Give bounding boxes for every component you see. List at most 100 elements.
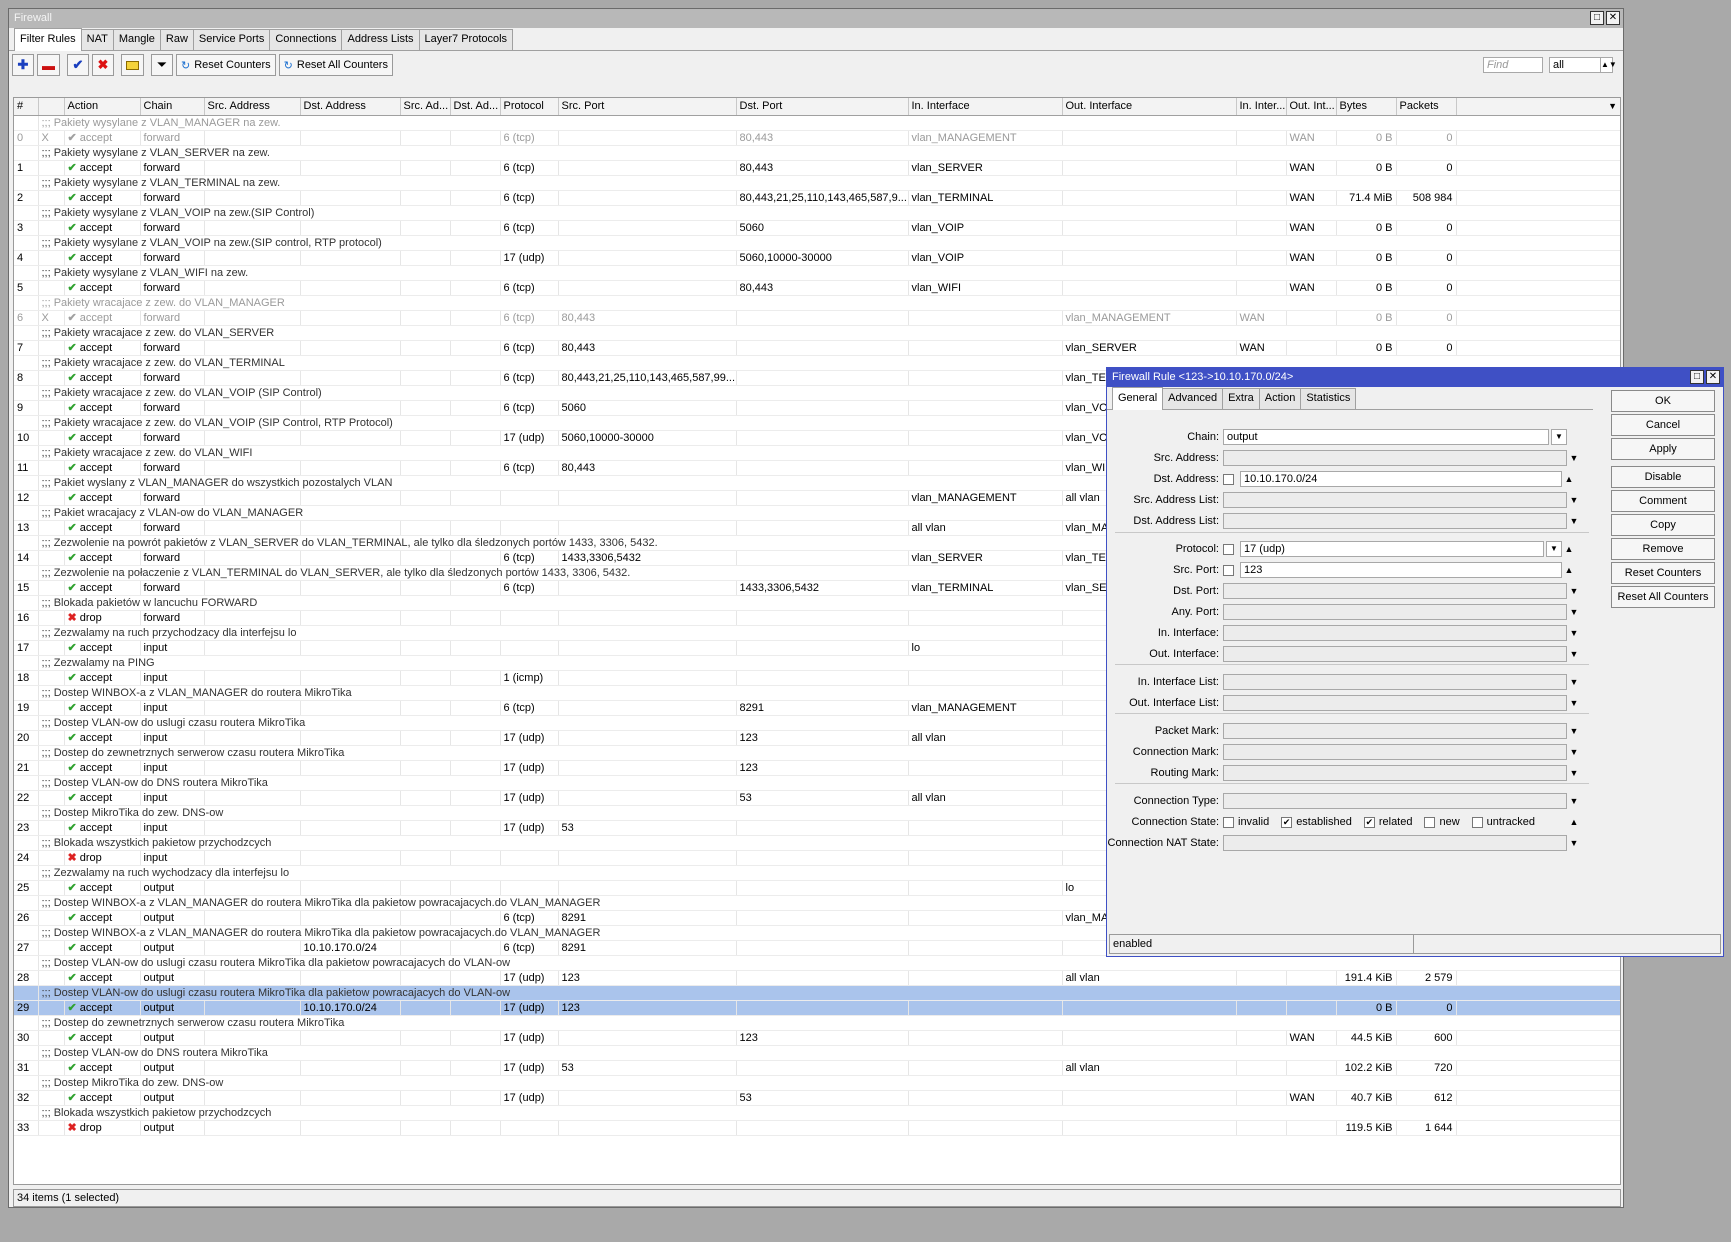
rule-comment-row[interactable]: ;;; Pakiety wysylane z VLAN_SERVER na ze… xyxy=(14,145,1620,161)
copy-button[interactable]: Copy xyxy=(1611,514,1715,536)
disable-button[interactable]: Disable xyxy=(1611,466,1715,488)
rule-comment-row[interactable]: ;;; Dostep VLAN-ow do DNS routera MikroT… xyxy=(14,1045,1620,1061)
table-row[interactable]: 0 X ✔ accept forward 6 (tcp) 80,443 vlan_MANAG… xyxy=(14,130,1620,146)
expand-icon[interactable]: ▼ xyxy=(1567,649,1581,659)
connection-nat-state-input[interactable] xyxy=(1223,835,1567,851)
rule-comment-row[interactable]: ;;; Dostep VLAN-ow do uslugi czasu route… xyxy=(14,955,1620,971)
remove-button[interactable]: Remove xyxy=(1611,538,1715,560)
expand-icon[interactable]: ▼ xyxy=(1567,453,1581,463)
tab-nat[interactable]: NAT xyxy=(80,29,114,50)
chain-select[interactable]: output xyxy=(1223,429,1549,445)
expand-icon[interactable]: ▼ xyxy=(1567,495,1581,505)
tab-raw[interactable]: Raw xyxy=(159,29,194,50)
table-row[interactable]: 28 ✔ accept output 17 (udp) 123 all vlan 191.4… xyxy=(14,970,1620,986)
out-interface-list-input[interactable] xyxy=(1223,695,1567,711)
table-row[interactable]: 2 ✔ accept forward 6 (tcp) 80,443,21,25,110,… xyxy=(14,190,1620,206)
reset-all-counters-button[interactable]: Reset All Counters xyxy=(1611,586,1715,608)
collapse-icon[interactable]: ▲ xyxy=(1562,474,1576,484)
collapse-icon[interactable]: ▲ xyxy=(1562,544,1576,554)
column-header[interactable]: Dst. Port xyxy=(736,98,909,116)
tab-service-ports[interactable]: Service Ports xyxy=(192,29,271,50)
dialog-tab-advanced[interactable]: Advanced xyxy=(1162,388,1224,409)
cancel-button[interactable]: Cancel xyxy=(1611,414,1715,436)
table-row[interactable]: 29 ✔ accept output 10.10.170.0/24 17 (udp) 12… xyxy=(14,1000,1620,1016)
rule-comment-row[interactable]: ;;; Dostep VLAN-ow do uslugi czasu route… xyxy=(14,985,1620,1001)
dialog-tab-statistics[interactable]: Statistics xyxy=(1300,388,1357,409)
collapse-icon[interactable]: ▲ xyxy=(1562,565,1576,575)
protocol-negate-checkbox[interactable] xyxy=(1223,543,1234,555)
column-header[interactable]: In. Interface xyxy=(908,98,1063,116)
column-header[interactable]: Action xyxy=(64,98,141,116)
rule-comment-row[interactable]: ;;; Pakiety wysylane z VLAN_WIFI na zew. xyxy=(14,265,1620,281)
reset-all-counters-button[interactable]: ↻ Reset All Counters xyxy=(278,54,393,76)
protocol-input[interactable]: 17 (udp) xyxy=(1240,541,1544,557)
add-button[interactable]: ✚ xyxy=(12,54,34,76)
table-row[interactable]: 1 ✔ accept forward 6 (tcp) 80,443 vlan_SERVER… xyxy=(14,160,1620,176)
remove-button[interactable]: ▬ xyxy=(37,54,60,76)
in-interface-input[interactable] xyxy=(1223,625,1567,641)
rule-comment-row[interactable]: ;;; Pakiety wracajace z zew. do VLAN_SER… xyxy=(14,325,1620,341)
column-header[interactable]: Chain xyxy=(140,98,205,116)
expand-icon[interactable]: ▼ xyxy=(1567,726,1581,736)
dst-address-input[interactable]: 10.10.170.0/24 xyxy=(1240,471,1562,487)
firewall-titlebar[interactable]: Firewall □ ✕ xyxy=(9,9,1623,28)
table-row[interactable]: 33 ✖ drop output 119.5 KiB 1 644 xyxy=(14,1120,1620,1136)
table-row[interactable]: 32 ✔ accept output 17 (udp) 53 WAN 40.7 KiB 612 xyxy=(14,1090,1620,1106)
expand-icon[interactable]: ▼ xyxy=(1567,698,1581,708)
filter-button[interactable]: ⏷ xyxy=(151,54,173,76)
rule-comment-row[interactable]: ;;; Pakiety wracajace z zew. do VLAN_MAN… xyxy=(14,295,1620,311)
table-row[interactable]: 3 ✔ accept forward 6 (tcp) 5060 vlan_VOIP WAN 0… xyxy=(14,220,1620,236)
expand-icon[interactable]: ▼ xyxy=(1567,516,1581,526)
dialog-close-icon[interactable]: ✕ xyxy=(1706,370,1720,384)
table-row[interactable]: 5 ✔ accept forward 6 (tcp) 80,443 vlan_WIFI WA… xyxy=(14,280,1620,296)
expand-icon[interactable]: ▼ xyxy=(1567,607,1581,617)
in-interface-list-input[interactable] xyxy=(1223,674,1567,690)
dialog-tab-action[interactable]: Action xyxy=(1258,388,1302,409)
ok-button[interactable]: OK xyxy=(1611,390,1715,412)
table-row[interactable]: 30 ✔ accept output 17 (udp) 123 WAN 44.5 KiB 60… xyxy=(14,1030,1620,1046)
maximize-icon[interactable]: □ xyxy=(1590,11,1604,25)
src-address-input[interactable] xyxy=(1223,450,1567,466)
dropdown-icon[interactable]: ▼ xyxy=(1551,429,1567,445)
reset-counters-button[interactable]: Reset Counters xyxy=(1611,562,1715,584)
filter-select[interactable]: all ▲▼ xyxy=(1549,57,1617,73)
rule-comment-row[interactable]: ;;; Dostep do zewnetrznych serwerow czas… xyxy=(14,1015,1620,1031)
column-header[interactable]: # xyxy=(14,98,39,116)
tab-layer7-protocols[interactable]: Layer7 Protocols xyxy=(418,29,514,50)
rule-comment-row[interactable]: ;;; Dostep MikroTika do zew. DNS-ow xyxy=(14,1075,1620,1091)
rule-comment-row[interactable]: ;;; Pakiety wysylane z VLAN_TERMINAL na … xyxy=(14,175,1620,191)
tab-filter-rules[interactable]: Filter Rules xyxy=(14,28,82,51)
column-header[interactable]: Dst. Ad... xyxy=(450,98,501,116)
packet-mark-input[interactable] xyxy=(1223,723,1567,739)
table-row[interactable]: 6 X ✔ accept forward 6 (tcp) 80,443 vlan_MANAG… xyxy=(14,310,1620,326)
any-port-input[interactable] xyxy=(1223,604,1567,620)
rule-comment-row[interactable]: ;;; Pakiety wysylane z VLAN_MANAGER na z… xyxy=(14,115,1620,131)
expand-icon[interactable]: ▼ xyxy=(1567,838,1581,848)
dialog-tab-general[interactable]: General xyxy=(1112,387,1164,410)
column-header[interactable]: Dst. Address xyxy=(300,98,401,116)
comment-button[interactable] xyxy=(121,54,144,76)
rule-comment-row[interactable]: ;;; Blokada wszystkich pakietow przychod… xyxy=(14,1105,1620,1121)
column-header[interactable]: Packets xyxy=(1396,98,1457,116)
src-port-negate-checkbox[interactable] xyxy=(1223,564,1234,576)
rule-comment-row[interactable]: ;;; Pakiety wysylane z VLAN_VOIP na zew.… xyxy=(14,205,1620,221)
expand-icon[interactable]: ▼ xyxy=(1567,747,1581,757)
state-new-checkbox[interactable] xyxy=(1424,816,1436,828)
find-input[interactable]: Find xyxy=(1483,57,1543,73)
table-row[interactable]: 4 ✔ accept forward 17 (udp) 5060,10000-30000… xyxy=(14,250,1620,266)
table-row[interactable]: 31 ✔ accept output 17 (udp) 53 all vlan 102.2 … xyxy=(14,1060,1620,1076)
column-header[interactable]: In. Inter... xyxy=(1236,98,1287,116)
dialog-maximize-icon[interactable]: □ xyxy=(1690,370,1704,384)
state-invalid-checkbox[interactable] xyxy=(1223,816,1234,828)
close-icon[interactable]: ✕ xyxy=(1606,11,1620,25)
dropdown-icon[interactable]: ▼ xyxy=(1546,541,1562,557)
tab-mangle[interactable]: Mangle xyxy=(112,29,161,50)
tab-address-lists[interactable]: Address Lists xyxy=(341,29,420,50)
column-header[interactable]: Src. Ad... xyxy=(400,98,451,116)
state-untracked-checkbox[interactable] xyxy=(1471,816,1483,828)
enable-button[interactable]: ✔ xyxy=(67,54,89,76)
column-chooser[interactable]: ▼ xyxy=(1456,98,1620,116)
state-established-checkbox[interactable]: ✔ xyxy=(1281,816,1293,828)
dst-address-negate-checkbox[interactable] xyxy=(1223,473,1234,485)
column-header[interactable]: Src. Address xyxy=(204,98,301,116)
